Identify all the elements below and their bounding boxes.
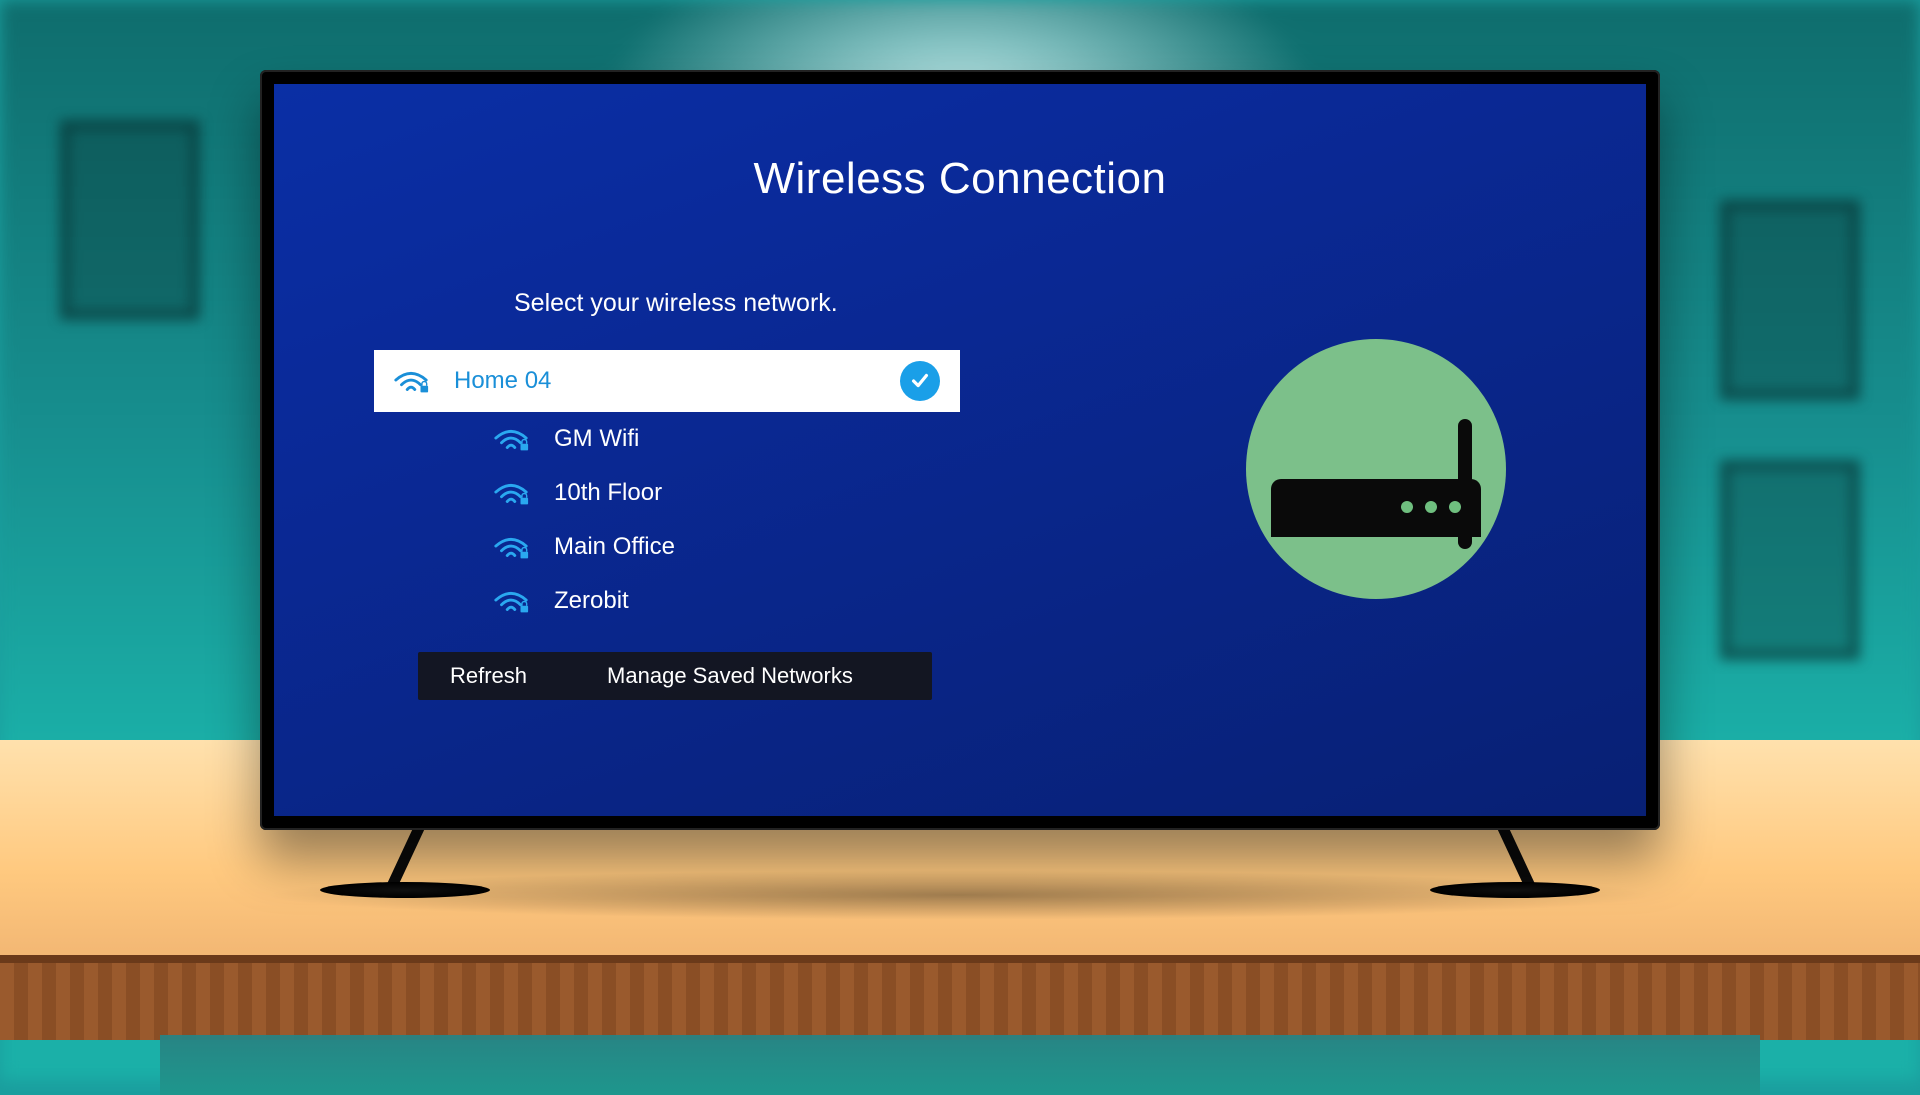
wifi-lock-icon (492, 424, 530, 454)
network-label: Home 04 (454, 367, 551, 395)
network-label: Main Office (554, 533, 675, 561)
instruction-text: Select your wireless network. (514, 289, 1646, 318)
checkmark-icon (900, 361, 940, 401)
wall-frame-decor (60, 120, 200, 320)
table-cutout (160, 1035, 1760, 1095)
network-item-gmwifi[interactable]: GM Wifi (374, 412, 960, 466)
wifi-lock-icon (492, 478, 530, 508)
router-lights-icon (1401, 501, 1461, 513)
tv-stand (1430, 826, 1600, 898)
wall-frame-decor (1720, 200, 1860, 400)
network-label: 10th Floor (554, 479, 662, 507)
tv-frame: Wireless Connection Select your wireless… (260, 70, 1660, 830)
tv-stand (320, 826, 490, 898)
table-front (0, 955, 1920, 1040)
wifi-lock-icon (492, 586, 530, 616)
network-item-zerobit[interactable]: Zerobit (374, 574, 960, 628)
router-body-icon (1271, 479, 1481, 537)
network-label: Zerobit (554, 587, 629, 615)
network-item-mainoffice[interactable]: Main Office (374, 520, 960, 574)
tv-screen: Wireless Connection Select your wireless… (274, 84, 1646, 816)
page-title: Wireless Connection (274, 84, 1646, 204)
network-label: GM Wifi (554, 425, 639, 453)
wifi-lock-icon (492, 532, 530, 562)
wifi-lock-icon (392, 366, 430, 396)
wall-frame-decor (1720, 460, 1860, 660)
manage-networks-button[interactable]: Manage Saved Networks (575, 663, 885, 689)
network-item-10thfloor[interactable]: 10th Floor (374, 466, 960, 520)
router-icon (1246, 339, 1506, 599)
refresh-button[interactable]: Refresh (418, 663, 575, 689)
action-bar: Refresh Manage Saved Networks (418, 652, 932, 700)
network-item-home04[interactable]: Home 04 (374, 350, 960, 412)
